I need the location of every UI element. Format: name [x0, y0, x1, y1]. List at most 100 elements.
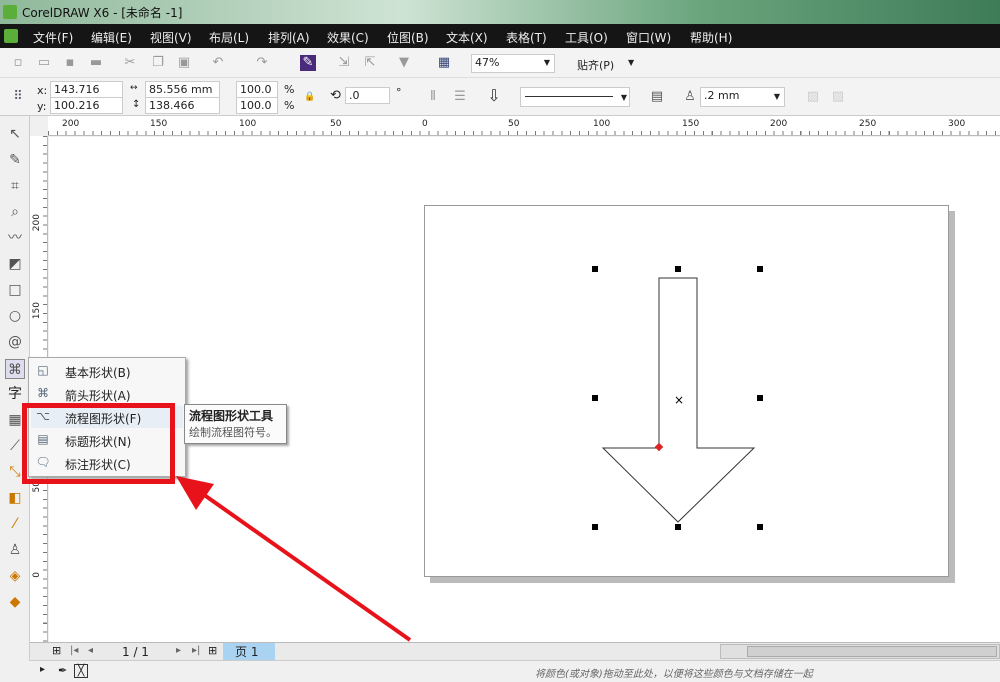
shapes-tool-icon[interactable]: ⌘: [5, 359, 25, 379]
app-menu-icon[interactable]: [4, 29, 18, 43]
menu-arrange[interactable]: 排列(A): [268, 29, 310, 46]
flyout-item-basic-shapes[interactable]: ◱ 基本形状(B): [31, 360, 183, 382]
horizontal-scrollbar[interactable]: [720, 644, 1000, 659]
first-page-icon[interactable]: |◂: [70, 645, 78, 656]
page-tab[interactable]: 页 1: [223, 643, 275, 660]
next-page-icon[interactable]: ▸: [176, 645, 181, 656]
menu-file[interactable]: 文件(F): [33, 29, 73, 46]
center-mark-icon: ×: [674, 393, 684, 407]
height-field[interactable]: 138.466 mm: [145, 97, 220, 127]
last-page-icon[interactable]: ▸|: [192, 645, 200, 656]
save-icon[interactable]: ▪: [62, 55, 78, 71]
lock-ratio-icon[interactable]: 🔒: [304, 92, 315, 102]
mirror-horizontal-icon[interactable]: ⫴: [425, 89, 441, 105]
freehand-tool-icon[interactable]: 〰: [5, 228, 25, 248]
palette-hint: 将颜色(或对象)拖动至此处，以便将这些颜色与文档存储在一起: [535, 669, 813, 680]
selection-handle[interactable]: [675, 524, 681, 530]
cut-icon[interactable]: ✂: [122, 55, 138, 71]
to-front-icon[interactable]: ▨: [805, 89, 821, 105]
scale-y-field[interactable]: 100.0: [236, 97, 278, 114]
new-icon[interactable]: ▫: [10, 55, 26, 71]
ruler-label: 200: [32, 214, 42, 232]
snap-dropdown-icon[interactable]: ▼: [628, 58, 634, 67]
to-back-icon[interactable]: ▨: [830, 89, 846, 105]
menu-view[interactable]: 视图(V): [150, 29, 192, 46]
menu-edit[interactable]: 编辑(E): [91, 29, 132, 46]
selection-handle[interactable]: [757, 524, 763, 530]
menu-help[interactable]: 帮助(H): [690, 29, 732, 46]
app-launcher-icon[interactable]: ▦: [436, 55, 452, 71]
ruler-label: 50: [508, 119, 520, 129]
selection-handle[interactable]: [757, 395, 763, 401]
menu-effects[interactable]: 效果(C): [327, 29, 369, 46]
no-color-swatch[interactable]: ╳: [74, 664, 88, 678]
eyedropper-tool-icon[interactable]: ⁄: [5, 514, 25, 534]
open-icon[interactable]: ▭: [36, 55, 52, 71]
ruler-label: 200: [62, 119, 80, 129]
menu-tools[interactable]: 工具(O): [565, 29, 608, 46]
flyout-item-label: 基本形状(B): [65, 366, 131, 380]
smart-fill-icon[interactable]: ◩: [5, 254, 25, 274]
selection-handle[interactable]: [757, 266, 763, 272]
outline-width-select[interactable]: .2 mm ▼: [700, 87, 785, 107]
eyedropper-icon[interactable]: ✒: [58, 664, 67, 677]
width-field[interactable]: 85.556 mm: [145, 81, 220, 98]
redo-icon[interactable]: ↷: [254, 55, 270, 71]
interactive-fill-icon[interactable]: ◆: [5, 592, 25, 612]
snap-to-menu[interactable]: 贴齐(P): [577, 57, 614, 73]
prev-page-icon[interactable]: ◂: [88, 645, 93, 656]
menu-table[interactable]: 表格(T): [506, 29, 547, 46]
outline-tool-icon[interactable]: ♙: [5, 540, 25, 560]
print-icon[interactable]: ▬: [88, 55, 104, 71]
add-page-icon[interactable]: ⊞: [52, 644, 61, 657]
arrow-shape[interactable]: ×: [425, 206, 950, 578]
selection-handle[interactable]: [592, 524, 598, 530]
scale-x-field[interactable]: 100.0: [236, 81, 278, 98]
ellipse-tool-icon[interactable]: ○: [5, 306, 25, 326]
palette-play-icon[interactable]: ▸: [40, 664, 45, 675]
fill-tool-icon[interactable]: ◈: [5, 566, 25, 586]
document-page[interactable]: ×: [424, 205, 949, 577]
percent-label: %: [284, 99, 295, 112]
paste-icon[interactable]: ▣: [176, 55, 192, 71]
blend-tool-icon[interactable]: ◧: [5, 488, 25, 508]
publish-icon[interactable]: ▼: [396, 55, 412, 71]
selection-handle[interactable]: [592, 395, 598, 401]
flyout-item-arrow-shapes[interactable]: ⌘ 箭头形状(A): [31, 383, 183, 405]
crop-tool-icon[interactable]: ⌗: [5, 176, 25, 196]
undo-icon[interactable]: ↶: [210, 55, 226, 71]
outline-style-select[interactable]: ▼: [520, 87, 630, 107]
ruler-label: 150: [32, 302, 42, 320]
selection-handle[interactable]: [675, 266, 681, 272]
horizontal-ruler[interactable]: 200 150 100 50 0 50 100 150 200 250 300: [48, 116, 1000, 136]
copy-icon[interactable]: ❐: [150, 55, 166, 71]
pick-tool-icon[interactable]: ↖: [5, 124, 25, 144]
degree-label: °: [396, 86, 402, 99]
zoom-tool-icon[interactable]: ⌕: [5, 202, 25, 222]
spiral-tool-icon[interactable]: @: [5, 332, 25, 352]
arrow-shape-icon[interactable]: ⇩: [486, 88, 502, 104]
y-position-field[interactable]: 100.216 mm: [50, 97, 123, 127]
menu-bitmaps[interactable]: 位图(B): [387, 29, 429, 46]
x-position-field[interactable]: 143.716 mm: [50, 81, 123, 111]
menu-layout[interactable]: 布局(L): [209, 29, 249, 46]
x-label: x:: [37, 84, 48, 97]
search-content-icon[interactable]: ✎: [300, 55, 316, 71]
import-icon[interactable]: ⇲: [336, 55, 352, 71]
add-page-end-icon[interactable]: ⊞: [208, 644, 217, 657]
rotation-field[interactable]: .0: [345, 87, 390, 104]
zoom-level-value: 47%: [475, 56, 500, 69]
rectangle-tool-icon[interactable]: □: [5, 280, 25, 300]
selection-handle[interactable]: [592, 266, 598, 272]
text-wrap-icon[interactable]: ▤: [649, 89, 665, 105]
reference-point-icon[interactable]: ⠿: [10, 89, 26, 105]
menu-window[interactable]: 窗口(W): [626, 29, 671, 46]
shape-tool-icon[interactable]: ✎: [5, 150, 25, 170]
mirror-vertical-icon[interactable]: ☰: [452, 89, 468, 105]
ruler-label: 150: [150, 119, 168, 129]
menu-text[interactable]: 文本(X): [446, 29, 488, 46]
zoom-level-select[interactable]: 47% ▼: [471, 54, 555, 73]
outline-width-value: .2 mm: [704, 89, 740, 102]
text-tool-icon[interactable]: 字: [5, 384, 25, 404]
export-icon[interactable]: ⇱: [362, 55, 378, 71]
